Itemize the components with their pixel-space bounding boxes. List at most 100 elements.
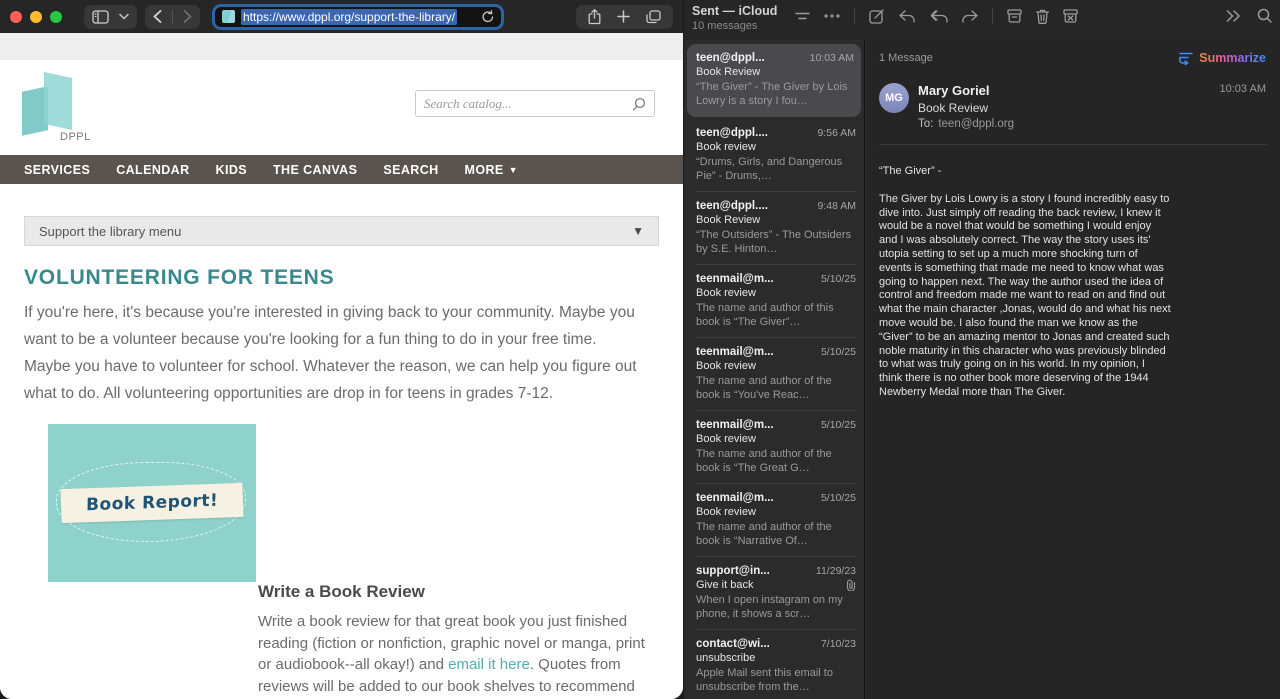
- reply-icon[interactable]: [899, 9, 916, 23]
- compose-icon[interactable]: [869, 8, 885, 24]
- message-subject: Book review: [696, 506, 756, 518]
- message-row[interactable]: contact@wi... 7/10/23 unsubscribe Apple M…: [684, 630, 864, 699]
- message-subject: Book Review: [696, 66, 761, 78]
- filter-icon[interactable]: [795, 10, 811, 22]
- book-report-banner-label: Book Report!: [85, 490, 219, 516]
- catalog-search[interactable]: [415, 90, 655, 117]
- message-time: 11/29/23: [815, 565, 856, 577]
- toolbar-divider: [854, 8, 856, 24]
- message-row[interactable]: teenmail@m... 5/10/25 Book review The nam…: [684, 265, 864, 338]
- message-body: “The Giver” - The Giver by Lois Lowry is…: [866, 145, 1171, 400]
- history-controls: [145, 4, 200, 29]
- message-row-selected[interactable]: teen@dppl... 10:03 AM Book Review “The Gi…: [687, 44, 861, 117]
- site-favicon-icon: [222, 10, 235, 23]
- page-top-band: [0, 33, 683, 60]
- window-controls: [10, 10, 62, 23]
- url-text[interactable]: https://www.dppl.org/support-the-library…: [241, 8, 458, 25]
- message-preview: Apple Mail sent this email to unsubscrib…: [696, 667, 833, 693]
- message-sender: support@in...: [696, 565, 770, 577]
- safari-action-group: [576, 4, 673, 29]
- site-header: DPPL: [0, 60, 683, 155]
- summarize-label: Summarize: [1199, 51, 1266, 65]
- section-menu-dropdown[interactable]: Support the library menu ▼: [24, 216, 659, 246]
- more-actions-icon[interactable]: [824, 14, 841, 18]
- message-time: 10:03 AM: [809, 52, 854, 64]
- avatar: MG: [879, 83, 909, 113]
- new-tab-icon[interactable]: [617, 10, 630, 23]
- share-icon[interactable]: [588, 8, 601, 25]
- page-title: VOLUNTEERING FOR TEENS: [24, 266, 335, 289]
- trash-icon[interactable]: [1036, 9, 1050, 24]
- message-row[interactable]: teen@dppl.... 9:48 AM Book Review “The Ou…: [684, 192, 864, 265]
- message-subject-line: Book Review: [918, 101, 989, 115]
- message-row[interactable]: support@in... 11/29/23 Give it back When …: [684, 557, 864, 630]
- dropdown-arrow-icon: ▼: [632, 224, 644, 238]
- message-list[interactable]: teen@dppl... 10:03 AM Book Review “The Gi…: [684, 40, 865, 699]
- catalog-search-input[interactable]: [424, 95, 632, 112]
- minimize-window-button[interactable]: [30, 10, 42, 23]
- junk-icon[interactable]: [1063, 9, 1079, 23]
- message-time: 5/10/25: [820, 273, 856, 285]
- mail-toolbar-right: [1226, 8, 1272, 23]
- message-time: 5/10/25: [820, 419, 856, 431]
- sidebar-toggle-icon[interactable]: [92, 9, 109, 24]
- safari-actions: [576, 4, 673, 29]
- reload-icon[interactable]: [482, 10, 494, 23]
- message-body-text: The Giver by Lois Lowry is a story I fou…: [879, 192, 1171, 398]
- message-subject: Book review: [696, 141, 756, 153]
- overflow-chevrons-icon[interactable]: [1226, 9, 1241, 22]
- nav-item-more[interactable]: MORE ▼: [465, 163, 518, 177]
- chevron-down-icon[interactable]: [119, 13, 129, 20]
- summarize-button[interactable]: Summarize: [1178, 51, 1266, 65]
- message-row[interactable]: teen@dppl.... 9:56 AM Book review “Drums,…: [684, 119, 864, 192]
- message-time: 10:03 AM: [1219, 83, 1266, 95]
- search-icon[interactable]: [632, 97, 646, 111]
- message-row[interactable]: teenmail@m... 5/10/25 Book review The nam…: [684, 338, 864, 411]
- message-sender: teenmail@m...: [696, 419, 774, 431]
- message-preview: “Drums, Girls, and Dangerous Pie” - Drum…: [696, 156, 843, 182]
- forward-icon[interactable]: [962, 9, 979, 23]
- book-report-image: Book Report!: [48, 424, 256, 582]
- nav-more-label: MORE: [464, 162, 504, 177]
- message-body-heading: “The Giver” -: [879, 165, 942, 177]
- to-address[interactable]: teen@dppl.org: [938, 118, 1014, 130]
- toolbar-divider: [172, 9, 173, 24]
- message-time: 7/10/23: [820, 638, 856, 650]
- tab-overview-icon[interactable]: [646, 9, 661, 24]
- summarize-icon: [1178, 52, 1194, 65]
- attachment-paperclip-icon: [846, 579, 856, 591]
- book-review-section: Book Report! Write a Book Review Write a…: [0, 424, 683, 699]
- message-subject: Book review: [696, 360, 756, 372]
- message-sender: teenmail@m...: [696, 273, 774, 285]
- message-sender: teen@dppl....: [696, 127, 768, 139]
- zoom-window-button[interactable]: [50, 10, 62, 23]
- mailbox-title: Sent — iCloud: [692, 4, 778, 18]
- message-time: 5/10/25: [820, 346, 856, 358]
- message-sender: contact@wi...: [696, 638, 770, 650]
- message-sender: teen@dppl....: [696, 200, 768, 212]
- dppl-logo[interactable]: DPPL: [22, 72, 90, 143]
- message-row[interactable]: teenmail@m... 5/10/25 Book review The nam…: [684, 484, 864, 557]
- close-window-button[interactable]: [10, 10, 22, 23]
- reply-all-icon[interactable]: [929, 9, 949, 23]
- book-review-body: Write a Book Review Write a book review …: [258, 582, 658, 699]
- nav-item-services[interactable]: SERVICES: [24, 163, 90, 177]
- message-subject: unsubscribe: [696, 652, 756, 664]
- mail-search-icon[interactable]: [1257, 8, 1272, 23]
- nav-item-search[interactable]: SEARCH: [383, 163, 438, 177]
- nav-item-kids[interactable]: KIDS: [216, 163, 247, 177]
- back-button[interactable]: [153, 10, 162, 23]
- nav-item-the-canvas[interactable]: THE CANVAS: [273, 163, 357, 177]
- book-report-banner: Book Report!: [60, 482, 244, 524]
- address-bar[interactable]: https://www.dppl.org/support-the-library…: [212, 3, 504, 30]
- email-it-here-link[interactable]: email it here: [448, 656, 530, 673]
- mail-window: Sent — iCloud 10 messages teen@dppl... 1…: [684, 0, 1280, 699]
- message-row[interactable]: teenmail@m... 5/10/25 Book review The nam…: [684, 411, 864, 484]
- message-preview: The name and author of the book is “Narr…: [696, 521, 832, 547]
- reading-pane-top: 1 Message Summarize: [866, 40, 1280, 65]
- forward-button[interactable]: [183, 10, 192, 23]
- nav-item-calendar[interactable]: CALENDAR: [116, 163, 189, 177]
- archive-icon[interactable]: [1007, 9, 1023, 23]
- mail-toolbar-icons: [795, 8, 1079, 24]
- logo-label: DPPL: [60, 131, 91, 143]
